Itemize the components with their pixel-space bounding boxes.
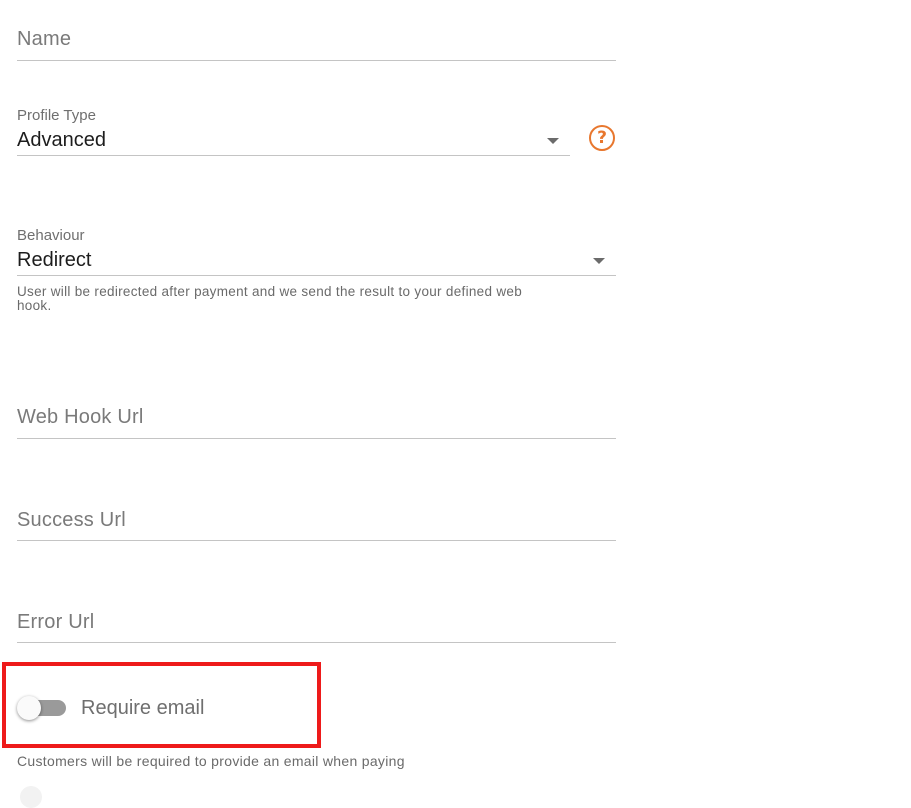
web-hook-url-placeholder: Web Hook Url <box>17 406 144 428</box>
profile-type-value: Advanced <box>17 129 106 151</box>
success-url-placeholder: Success Url <box>17 509 126 531</box>
name-field[interactable]: Name <box>17 20 616 62</box>
behaviour-underline <box>17 275 616 276</box>
name-placeholder: Name <box>17 28 72 50</box>
profile-type-select[interactable]: Profile Type Advanced <box>17 106 570 158</box>
error-url-field[interactable]: Error Url <box>17 602 616 644</box>
chevron-down-icon <box>593 258 605 264</box>
next-toggle-thumb[interactable] <box>20 786 42 808</box>
behaviour-label: Behaviour <box>17 227 85 244</box>
toggle-thumb[interactable] <box>17 696 41 720</box>
behaviour-hint: User will be redirected after payment an… <box>17 285 616 315</box>
require-email-hint-text: Customers will be required to provide an… <box>17 753 405 769</box>
name-underline <box>17 60 616 61</box>
behaviour-hint-line-1: User will be redirected after payment an… <box>17 284 523 299</box>
chevron-down-icon <box>547 138 559 144</box>
behaviour-select[interactable]: Behaviour Redirect <box>17 226 616 278</box>
require-email-toggle[interactable] <box>17 696 67 720</box>
error-url-underline <box>17 642 616 643</box>
behaviour-value: Redirect <box>17 249 92 271</box>
require-email-label[interactable]: Require email <box>81 697 204 720</box>
require-email-hint: Customers will be required to provide an… <box>17 754 616 770</box>
profile-type-label: Profile Type <box>17 107 96 124</box>
help-icon[interactable]: ? <box>589 125 615 151</box>
error-url-placeholder: Error Url <box>17 611 95 633</box>
success-url-underline <box>17 540 616 541</box>
success-url-field[interactable]: Success Url <box>17 500 616 542</box>
behaviour-hint-line-2: hook. <box>17 298 52 313</box>
web-hook-url-underline <box>17 438 616 439</box>
profile-type-underline <box>17 155 570 156</box>
web-hook-url-field[interactable]: Web Hook Url <box>17 398 616 440</box>
